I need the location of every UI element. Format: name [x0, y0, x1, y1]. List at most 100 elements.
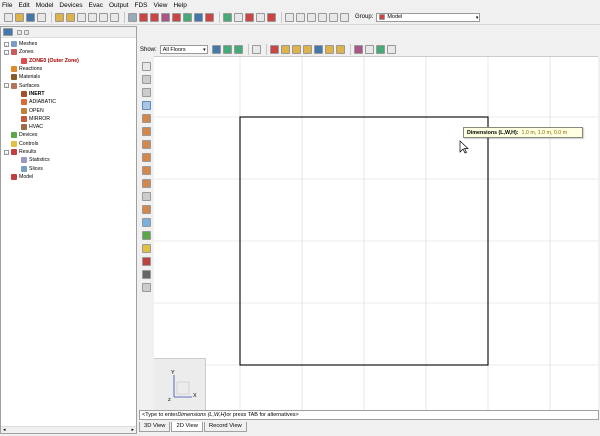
collapse-icon[interactable]: -	[4, 83, 9, 89]
tree-item-results[interactable]: - Results	[1, 148, 136, 156]
pan-icon[interactable]	[296, 12, 305, 22]
results-icon[interactable]	[245, 12, 254, 22]
draw-fire-icon[interactable]	[142, 244, 151, 253]
tab-3d-view[interactable]: 3D View	[139, 422, 171, 432]
roam-icon[interactable]	[142, 88, 151, 97]
menu-output[interactable]: Output	[109, 2, 129, 9]
view-option-icon[interactable]	[291, 45, 301, 54]
delete-icon[interactable]	[110, 12, 119, 22]
paste-icon[interactable]	[99, 12, 108, 22]
navigate-icon[interactable]	[142, 62, 151, 71]
tree-item-controls[interactable]: Controls	[1, 140, 136, 148]
obstruction-icon[interactable]	[150, 12, 159, 22]
draw-mesh-icon[interactable]	[142, 218, 151, 227]
measure-icon[interactable]	[329, 12, 338, 22]
expand-all-icon[interactable]	[17, 29, 22, 35]
draw-room-icon[interactable]	[142, 153, 151, 162]
cut-icon[interactable]	[77, 12, 86, 22]
scroll-right-icon[interactable]: ▸	[131, 427, 134, 433]
grid-icon[interactable]	[340, 12, 349, 22]
view-option-icon[interactable]	[313, 45, 323, 54]
view-option-icon[interactable]	[302, 45, 312, 54]
vent-icon[interactable]	[172, 12, 181, 22]
filter-icon[interactable]	[3, 28, 13, 36]
draw-hole-icon[interactable]	[142, 166, 151, 175]
tree-item-devices[interactable]: Devices	[1, 131, 136, 139]
view-option-icon[interactable]	[211, 45, 221, 54]
results-dropdown-icon[interactable]	[256, 12, 265, 22]
horizontal-scrollbar[interactable]: ◂ ▸	[1, 426, 136, 433]
select-tool-icon[interactable]	[142, 101, 151, 110]
view-option-icon[interactable]	[364, 45, 374, 54]
collapse-icon[interactable]: -	[4, 49, 9, 55]
draw-vent-icon[interactable]	[142, 179, 151, 188]
view-option-icon[interactable]	[375, 45, 385, 54]
hole-icon[interactable]	[161, 12, 170, 22]
menu-file[interactable]: File	[2, 2, 12, 9]
view-option-icon[interactable]	[269, 45, 279, 54]
draw-obstruction-icon[interactable]	[142, 114, 151, 123]
tree-item-surface-open[interactable]: OPEN	[1, 106, 136, 114]
command-input[interactable]: <Type to enter Dimensions (L,W,H) or pre…	[139, 410, 599, 420]
tree-item-model[interactable]: Model	[1, 173, 136, 181]
tab-2d-view[interactable]: 2D View	[171, 422, 203, 432]
save-icon[interactable]	[26, 12, 35, 22]
view-option-icon[interactable]	[222, 45, 232, 54]
collapse-icon[interactable]: -	[4, 41, 9, 47]
new-icon[interactable]	[4, 12, 13, 22]
paint-icon[interactable]	[142, 257, 151, 266]
mesh-icon[interactable]	[139, 12, 148, 22]
fire-icon[interactable]	[267, 12, 276, 22]
draw-wall-icon[interactable]	[142, 127, 151, 136]
tree-item-surface-mirror[interactable]: MIRROR	[1, 115, 136, 123]
tree-item-meshes[interactable]: - Meshes	[1, 40, 136, 48]
view-option-icon[interactable]	[233, 45, 243, 54]
tab-record-view[interactable]: Record View	[203, 422, 247, 432]
draw-device-icon[interactable]	[142, 231, 151, 240]
align-icon[interactable]	[142, 283, 151, 292]
select-icon[interactable]	[285, 12, 294, 22]
orbit-icon[interactable]	[142, 75, 151, 84]
collapse-all-icon[interactable]	[24, 29, 29, 35]
tree-item-statistics[interactable]: Statistics	[1, 156, 136, 164]
eyedropper-icon[interactable]	[142, 270, 151, 279]
tree-item-slices[interactable]: Slices	[1, 164, 136, 172]
tree-item-zone0[interactable]: ZONE0 (Outer Zone)	[1, 57, 136, 65]
tree-item-surface-adiabatic[interactable]: ADIABATIC	[1, 98, 136, 106]
redo-icon[interactable]	[66, 12, 75, 22]
show-floors-select[interactable]: All Floors ▾	[159, 45, 208, 54]
fds-icon[interactable]	[128, 12, 137, 22]
device-icon[interactable]	[183, 12, 192, 22]
menu-edit[interactable]: Edit	[18, 2, 29, 9]
menu-evac[interactable]: Evac	[89, 2, 103, 9]
run-icon[interactable]	[223, 12, 232, 22]
tree-item-reactions[interactable]: Reactions	[1, 65, 136, 73]
group-select[interactable]: Model ▾	[376, 12, 481, 22]
tree-item-zones[interactable]: - Zones	[1, 48, 136, 56]
room-icon[interactable]	[194, 12, 203, 22]
collapse-icon[interactable]: -	[4, 149, 9, 155]
tree-item-materials[interactable]: Materials	[1, 73, 136, 81]
draw-stair-icon[interactable]	[142, 192, 151, 201]
copy-icon[interactable]	[88, 12, 97, 22]
tree-item-surfaces[interactable]: - Surfaces	[1, 81, 136, 89]
2d-view-canvas[interactable]: Dimensions (L,W,H): 1.0 m, 1.0 m, 0.0 m …	[154, 56, 598, 410]
open-icon[interactable]	[15, 12, 24, 22]
undo-icon[interactable]	[55, 12, 64, 22]
view-option-icon[interactable]	[251, 45, 261, 54]
menu-help[interactable]: Help	[173, 2, 186, 9]
view-option-icon[interactable]	[335, 45, 345, 54]
draw-roof-icon[interactable]	[142, 205, 151, 214]
run-dropdown-icon[interactable]	[234, 12, 243, 22]
view-option-icon[interactable]	[324, 45, 334, 54]
scroll-left-icon[interactable]: ◂	[3, 427, 6, 433]
view-option-icon[interactable]	[386, 45, 396, 54]
view-option-icon[interactable]	[280, 45, 290, 54]
menu-fds[interactable]: FDS	[135, 2, 148, 9]
zoom-box-icon[interactable]	[318, 12, 327, 22]
zoom-icon[interactable]	[307, 12, 316, 22]
tree-item-surface-inert[interactable]: INERT	[1, 90, 136, 98]
menu-devices[interactable]: Devices	[59, 2, 82, 9]
view-option-icon[interactable]	[353, 45, 363, 54]
wall-icon[interactable]	[205, 12, 214, 22]
